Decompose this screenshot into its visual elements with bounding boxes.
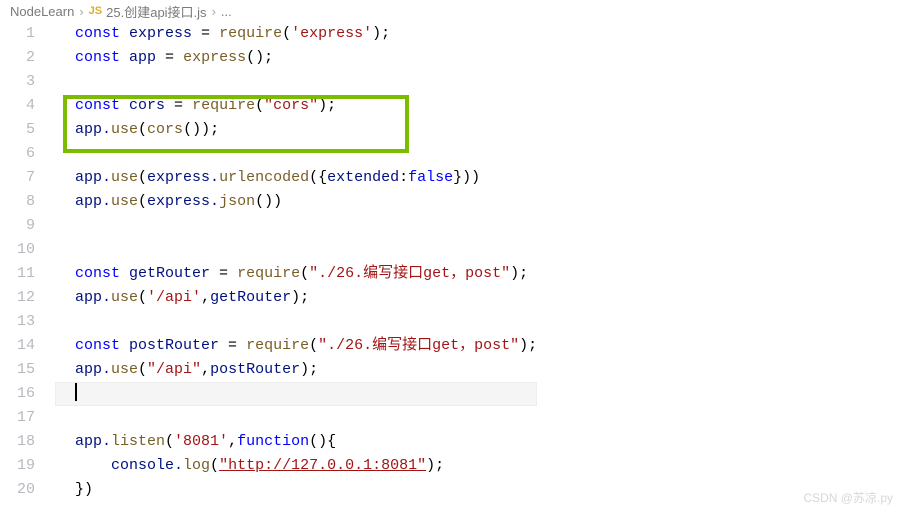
code-line[interactable] — [55, 238, 537, 262]
breadcrumb[interactable]: NodeLearn › JS 25.创建api接口.js › ... — [0, 0, 905, 22]
text-cursor — [75, 383, 77, 401]
chevron-right-icon: › — [79, 4, 83, 19]
code-line[interactable] — [55, 70, 537, 94]
code-content[interactable]: const express = require('express'); cons… — [55, 22, 537, 502]
line-number: 7 — [0, 166, 35, 190]
line-number: 1 — [0, 22, 35, 46]
code-line[interactable] — [55, 406, 537, 430]
line-number: 5 — [0, 118, 35, 142]
line-number: 6 — [0, 142, 35, 166]
line-number: 2 — [0, 46, 35, 70]
line-number: 10 — [0, 238, 35, 262]
js-file-icon: JS — [89, 5, 102, 17]
breadcrumb-file[interactable]: 25.创建api接口.js — [106, 2, 206, 21]
code-line[interactable]: }) — [55, 478, 537, 502]
code-line[interactable]: app.use(express.json()) — [55, 190, 537, 214]
watermark: CSDN @苏凉.py — [803, 489, 893, 506]
line-number: 11 — [0, 262, 35, 286]
code-line[interactable] — [55, 214, 537, 238]
line-number: 15 — [0, 358, 35, 382]
line-number: 8 — [0, 190, 35, 214]
code-editor[interactable]: 1 2 3 4 5 6 7 8 9 10 11 12 13 14 15 16 1… — [0, 22, 537, 502]
code-line[interactable] — [55, 382, 537, 406]
chevron-right-icon: › — [212, 4, 216, 19]
code-line[interactable]: const cors = require("cors"); — [55, 94, 537, 118]
code-line[interactable]: app.use(cors()); — [55, 118, 537, 142]
code-line[interactable] — [55, 310, 537, 334]
breadcrumb-ellipsis[interactable]: ... — [221, 4, 232, 19]
line-number: 17 — [0, 406, 35, 430]
code-line[interactable]: app.use("/api",postRouter); — [55, 358, 537, 382]
code-line[interactable]: const app = express(); — [55, 46, 537, 70]
code-line[interactable] — [55, 142, 537, 166]
code-line[interactable]: const express = require('express'); — [55, 22, 537, 46]
line-number: 9 — [0, 214, 35, 238]
line-number: 13 — [0, 310, 35, 334]
line-number: 20 — [0, 478, 35, 502]
line-number: 12 — [0, 286, 35, 310]
line-number-gutter: 1 2 3 4 5 6 7 8 9 10 11 12 13 14 15 16 1… — [0, 22, 55, 502]
code-line[interactable]: const getRouter = require("./26.编写接口get，… — [55, 262, 537, 286]
breadcrumb-root[interactable]: NodeLearn — [10, 4, 74, 19]
code-line[interactable]: app.use('/api',getRouter); — [55, 286, 537, 310]
line-number: 16 — [0, 382, 35, 406]
code-line[interactable]: app.listen('8081',function(){ — [55, 430, 537, 454]
line-number: 19 — [0, 454, 35, 478]
line-number: 3 — [0, 70, 35, 94]
code-line[interactable]: const postRouter = require("./26.编写接口get… — [55, 334, 537, 358]
code-line[interactable]: console.log("http://127.0.0.1:8081"); — [55, 454, 537, 478]
line-number: 14 — [0, 334, 35, 358]
line-number: 4 — [0, 94, 35, 118]
code-line[interactable]: app.use(express.urlencoded({extended:fal… — [55, 166, 537, 190]
line-number: 18 — [0, 430, 35, 454]
